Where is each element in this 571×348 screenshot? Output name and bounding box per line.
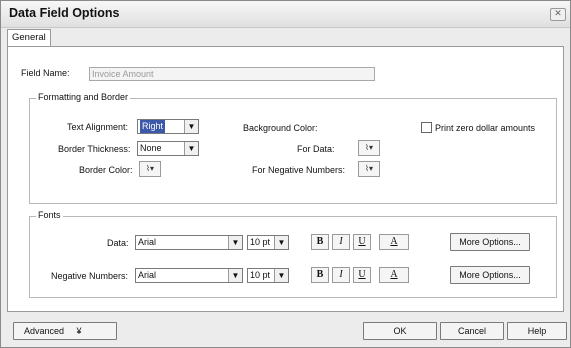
negative-background-color-icon[interactable]: ⌇▾ — [358, 161, 380, 177]
text-alignment-value: Right — [140, 120, 166, 133]
fonts-legend: Fonts — [36, 210, 63, 220]
close-icon[interactable]: ✕ — [550, 8, 566, 21]
advanced-button[interactable]: Advanced ¥ — [13, 322, 117, 340]
data-bold-button[interactable]: B — [311, 234, 329, 250]
negative-italic-button[interactable]: I — [332, 267, 350, 283]
negative-numbers-font-label: Negative Numbers: — [51, 271, 129, 281]
title-bar[interactable]: Data Field Options ✕ — [1, 1, 570, 28]
data-size-select[interactable]: 10 pt ▼ — [247, 235, 289, 250]
data-underline-button[interactable]: U — [353, 234, 371, 250]
chevron-down-icon: ▼ — [274, 236, 288, 249]
negative-underline-button[interactable]: U — [353, 267, 371, 283]
tab-general[interactable]: General — [7, 29, 51, 46]
for-negative-numbers-label: For Negative Numbers: — [252, 165, 346, 175]
data-size-value: 10 pt — [250, 237, 271, 247]
dialog-window: Data Field Options ✕ General Field Name:… — [0, 0, 571, 348]
data-font-select[interactable]: Arial ▼ — [135, 235, 243, 250]
formatting-border-legend: Formatting and Border — [36, 92, 131, 102]
background-color-label: Background Color: — [243, 123, 318, 133]
advanced-label: Advanced — [24, 326, 65, 336]
chevron-down-icon: ▼ — [184, 142, 198, 155]
data-font-color-button[interactable]: A — [379, 234, 409, 250]
text-alignment-label: Text Alignment: — [67, 122, 129, 132]
for-data-label: For Data: — [297, 144, 335, 154]
negative-font-select[interactable]: Arial ▼ — [135, 268, 243, 283]
chevron-down-icon: ▼ — [184, 120, 198, 133]
expand-icon: ¥ — [76, 326, 82, 336]
help-button[interactable]: Help — [507, 322, 567, 340]
text-alignment-select[interactable]: Right ▼ — [137, 119, 199, 134]
fonts-group — [29, 216, 557, 298]
data-font-value: Arial — [138, 237, 157, 247]
cancel-button[interactable]: Cancel — [440, 322, 504, 340]
negative-bold-button[interactable]: B — [311, 267, 329, 283]
field-name-label: Field Name: — [21, 68, 70, 78]
chevron-down-icon: ▼ — [228, 269, 242, 282]
negative-font-value: Arial — [138, 270, 157, 280]
border-thickness-value: None — [140, 143, 162, 153]
print-zero-label: Print zero dollar amounts — [435, 123, 536, 133]
print-zero-checkbox[interactable] — [421, 122, 432, 133]
negative-size-select[interactable]: 10 pt ▼ — [247, 268, 289, 283]
field-name-input[interactable]: Invoice Amount — [89, 67, 375, 81]
chevron-down-icon: ▼ — [274, 269, 288, 282]
border-color-picker-icon[interactable]: ⌇▾ — [139, 161, 161, 177]
negative-more-options-button[interactable]: More Options... — [450, 266, 530, 284]
data-more-options-button[interactable]: More Options... — [450, 233, 530, 251]
border-thickness-select[interactable]: None ▼ — [137, 141, 199, 156]
border-color-label: Border Color: — [79, 165, 133, 175]
chevron-down-icon: ▼ — [228, 236, 242, 249]
ok-button[interactable]: OK — [363, 322, 437, 340]
data-italic-button[interactable]: I — [332, 234, 350, 250]
dialog-title: Data Field Options — [9, 6, 120, 20]
negative-size-value: 10 pt — [250, 270, 271, 280]
data-font-label: Data: — [107, 238, 129, 248]
data-background-color-icon[interactable]: ⌇▾ — [358, 140, 380, 156]
border-thickness-label: Border Thickness: — [58, 144, 131, 154]
negative-font-color-button[interactable]: A — [379, 267, 409, 283]
